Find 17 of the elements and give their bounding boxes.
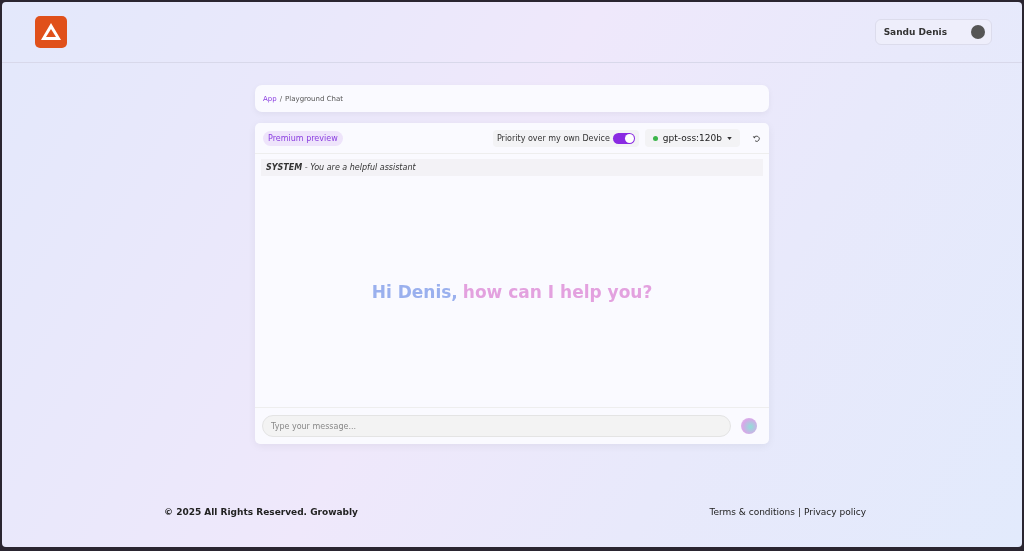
user-menu[interactable]: Sandu Denis (874, 19, 992, 45)
link-separator: | (798, 507, 802, 517)
reset-icon[interactable] (752, 133, 761, 143)
footer-link[interactable]: Privacy policy (804, 507, 866, 517)
logo-icon[interactable] (35, 16, 67, 48)
message-input[interactable]: Type your message... (262, 415, 731, 437)
caret-icon (727, 136, 732, 140)
priority-label: Priority over my own Device (496, 133, 610, 143)
system-prompt: SYSTEM - You are a helpful assistant (261, 159, 763, 176)
priority-toggle[interactable] (612, 132, 635, 144)
greeting-name: Hi Denis, (371, 281, 458, 302)
avatar-icon (971, 25, 985, 39)
model-dropdown[interactable]: gpt-oss:120b (644, 129, 740, 147)
greeting-text: how can I help you? (462, 281, 653, 302)
footer-link[interactable]: Terms & conditions (709, 507, 795, 517)
copyright-text: © 2025 All Rights Reserved. Growably (164, 507, 358, 517)
premium-badge: Premium preview (263, 130, 343, 146)
